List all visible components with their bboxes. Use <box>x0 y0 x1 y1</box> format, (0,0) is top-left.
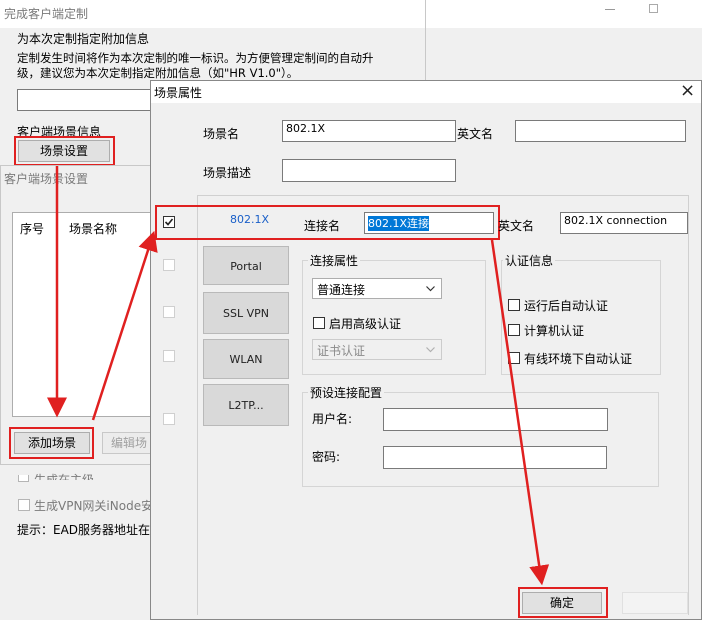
add-scene-highlight <box>9 427 94 459</box>
addinfo-section-title: 为本次定制指定附加信息 <box>17 32 150 46</box>
tab-ssl-vpn[interactable]: SSL VPN <box>203 292 289 334</box>
tab-wlan[interactable]: WLAN <box>203 339 289 379</box>
row-802-checkbox[interactable] <box>163 216 175 228</box>
maximize-icon[interactable] <box>649 4 658 13</box>
computer-auth-label: 计算机认证 <box>524 324 585 338</box>
addinfo-input[interactable] <box>17 89 157 111</box>
addinfo-desc-line1: 定制发生时间将作为本次定制的唯一标识。为方便管理定制间的自动升 <box>17 51 374 65</box>
english-name-input[interactable] <box>515 120 686 142</box>
minimize-icon[interactable] <box>605 9 615 10</box>
cancel-button-partial[interactable] <box>622 592 688 614</box>
row-wlan-checkbox[interactable] <box>163 350 175 362</box>
scene-name-input[interactable]: 802.1X <box>282 120 456 142</box>
column-index-header: 序号 <box>20 222 45 236</box>
conn-name-label: 连接名 <box>304 219 341 233</box>
chevron-down-icon <box>426 347 435 353</box>
password-label: 密码: <box>312 450 341 464</box>
auto-auth-checkbox[interactable] <box>508 299 520 311</box>
column-name-header: 场景名称 <box>69 222 118 236</box>
row-sslvpn-checkbox[interactable] <box>163 306 175 318</box>
edit-scene-button[interactable]: 编辑场 <box>102 432 152 454</box>
chevron-down-icon <box>426 286 435 292</box>
username-input[interactable] <box>383 408 608 431</box>
conn-type-value: 普通连接 <box>317 283 366 297</box>
tab-portal[interactable]: Portal <box>203 246 289 285</box>
cert-auth-select[interactable]: 证书认证 <box>312 339 442 360</box>
scene-desc-input[interactable] <box>282 159 456 182</box>
password-input[interactable] <box>383 446 607 469</box>
auth-info-group-label: 认证信息 <box>503 252 556 269</box>
scene-setting-highlight <box>14 136 115 166</box>
english-name-label: 英文名 <box>457 127 494 141</box>
gen-main-checkbox[interactable] <box>18 475 29 482</box>
wired-auto-auth-label: 有线环境下自动认证 <box>524 352 633 366</box>
scene-list[interactable] <box>12 212 152 417</box>
conn-type-select[interactable]: 普通连接 <box>312 278 442 299</box>
dialog-titlebar <box>151 81 701 103</box>
computer-auth-checkbox[interactable] <box>508 324 520 336</box>
auto-auth-label: 运行后自动认证 <box>524 299 609 313</box>
preset-conn-group <box>302 392 659 487</box>
scene-name-label: 场景名 <box>203 127 240 141</box>
advanced-auth-checkbox[interactable] <box>313 317 325 329</box>
conn-name-input[interactable]: 802.1X连接 <box>364 212 494 234</box>
conn-en-label: 英文名 <box>498 219 535 233</box>
cert-auth-value: 证书认证 <box>317 344 366 358</box>
tab-802-1x[interactable]: 802.1X <box>230 213 269 226</box>
dialog-title: 场景属性 <box>154 86 203 100</box>
preset-conn-group-label: 预设连接配置 <box>308 384 385 401</box>
gen-main-label: 生成在主级… <box>34 473 107 480</box>
addinfo-desc-line2: 级，建议您为本次定制指定附加信息（如"HR V1.0"）。 <box>17 66 299 80</box>
row-l2tp-checkbox[interactable] <box>163 413 175 425</box>
advanced-auth-label: 启用高级认证 <box>329 317 402 331</box>
ead-hint: 提示：EAD服务器地址在 <box>17 523 150 537</box>
conn-props-group-label: 连接属性 <box>308 252 361 269</box>
conn-name-selected-text: 802.1X连接 <box>368 216 430 231</box>
close-icon[interactable]: × <box>680 80 695 101</box>
gen-vpn-label: 生成VPN网关iNode安装 <box>34 499 150 513</box>
wired-auto-auth-checkbox[interactable] <box>508 352 520 364</box>
tab-l2tp[interactable]: L2TP... <box>203 384 289 426</box>
conn-en-input[interactable]: 802.1X connection <box>560 212 688 234</box>
scene-desc-label: 场景描述 <box>203 166 252 180</box>
gen-vpn-checkbox[interactable] <box>18 499 30 511</box>
scene-setting-title: 客户端场景设置 <box>4 172 89 186</box>
username-label: 用户名: <box>312 412 353 426</box>
ok-button-highlight <box>518 587 608 618</box>
row-portal-checkbox[interactable] <box>163 259 175 271</box>
